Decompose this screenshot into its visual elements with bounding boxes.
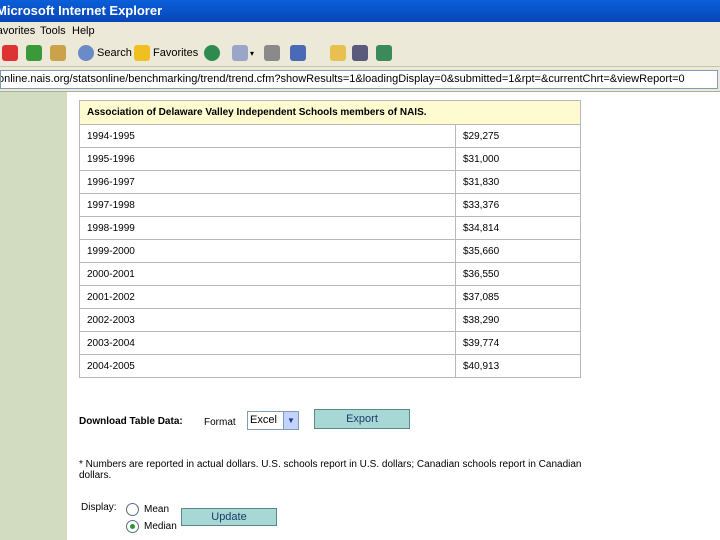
folder-icon (330, 45, 346, 61)
edit-button[interactable] (290, 43, 306, 63)
update-button[interactable]: Update (181, 508, 277, 526)
search-label: Search (97, 47, 132, 59)
print-button[interactable] (264, 43, 280, 63)
table-row: 2004-2005 $40,913 (79, 354, 581, 378)
address-url: online.nais.org/statsonline/benchmarking… (0, 73, 685, 85)
left-sidebar (0, 92, 67, 540)
word-icon (290, 45, 306, 61)
home-button[interactable] (50, 43, 66, 63)
media-icon (204, 45, 220, 61)
year-cell: 1999-2000 (79, 239, 456, 263)
download-label: Download Table Data: (79, 416, 183, 427)
value-cell: $31,000 (455, 147, 581, 171)
menu-item-tools[interactable]: Tools (40, 22, 66, 40)
year-cell: 2004-2005 (79, 354, 456, 378)
toolbar: Search Favorites ▾ (0, 40, 720, 67)
year-cell: 2002-2003 (79, 308, 456, 332)
window-title-bar: Microsoft Internet Explorer (0, 0, 720, 22)
chevron-down-icon: ▾ (250, 48, 255, 58)
format-label: Format (204, 417, 236, 428)
table-row: 1994-1995 $29,275 (79, 124, 581, 148)
favorites-label: Favorites (153, 47, 199, 59)
messenger-button[interactable] (352, 43, 368, 63)
address-input[interactable]: online.nais.org/statsonline/benchmarking… (0, 70, 718, 89)
value-cell: $36,550 (455, 262, 581, 286)
refresh-icon (26, 45, 42, 61)
stop-icon (2, 45, 18, 61)
contacts-button[interactable] (376, 43, 392, 63)
table-row: 1996-1997 $31,830 (79, 170, 581, 194)
search-button[interactable]: Search (78, 43, 132, 63)
value-cell: $35,660 (455, 239, 581, 263)
contacts-icon (376, 45, 392, 61)
home-icon (50, 45, 66, 61)
favorites-button[interactable]: Favorites (134, 43, 198, 63)
value-cell: $31,830 (455, 170, 581, 194)
table-row: 2000-2001 $36,550 (79, 262, 581, 286)
year-cell: 1994-1995 (79, 124, 456, 148)
year-cell: 1997-1998 (79, 193, 456, 217)
table-header: Association of Delaware Valley Independe… (79, 100, 581, 125)
messenger-icon (352, 45, 368, 61)
mean-label: Mean (144, 504, 170, 515)
salary-table: Association of Delaware Valley Independe… (79, 100, 581, 378)
value-cell: $33,376 (455, 193, 581, 217)
year-cell: 1998-1999 (79, 216, 456, 240)
media-button[interactable] (204, 43, 220, 63)
page-content: Association of Delaware Valley Independe… (67, 92, 720, 540)
value-cell: $34,814 (455, 216, 581, 240)
address-bar: online.nais.org/statsonline/benchmarking… (0, 67, 720, 92)
table-row: 1997-1998 $33,376 (79, 193, 581, 217)
value-cell: $40,913 (455, 354, 581, 378)
year-cell: 1995-1996 (79, 147, 456, 171)
refresh-button[interactable] (26, 43, 42, 63)
display-label: Display: (81, 502, 117, 513)
year-cell: 2001-2002 (79, 285, 456, 309)
folder-button[interactable] (330, 43, 346, 63)
year-cell: 2000-2001 (79, 262, 456, 286)
stop-button[interactable] (2, 43, 18, 63)
value-cell: $37,085 (455, 285, 581, 309)
export-button[interactable]: Export (314, 409, 410, 429)
table-row: 2002-2003 $38,290 (79, 308, 581, 332)
mail-button[interactable]: ▾ (232, 43, 254, 63)
year-cell: 1996-1997 (79, 170, 456, 194)
value-cell: $29,275 (455, 124, 581, 148)
search-icon (78, 45, 94, 61)
menu-bar: Favorites Tools Help (0, 22, 720, 40)
table-row: 1999-2000 $35,660 (79, 239, 581, 263)
median-label: Median (144, 521, 177, 532)
table-row: 2001-2002 $37,085 (79, 285, 581, 309)
window-title: Microsoft Internet Explorer (0, 3, 163, 18)
format-select[interactable]: Excel ▼ (247, 411, 299, 430)
footnote: * Numbers are reported in actual dollars… (79, 459, 582, 481)
value-cell: $39,774 (455, 331, 581, 355)
median-radio[interactable] (126, 520, 139, 533)
print-icon (264, 45, 280, 61)
value-cell: $38,290 (455, 308, 581, 332)
table-row: 1998-1999 $34,814 (79, 216, 581, 240)
chevron-down-icon: ▼ (283, 412, 298, 429)
menu-item-favorites[interactable]: Favorites (0, 22, 35, 40)
menu-item-help[interactable]: Help (72, 22, 95, 40)
table-row: 2003-2004 $39,774 (79, 331, 581, 355)
year-cell: 2003-2004 (79, 331, 456, 355)
mail-icon (232, 45, 248, 61)
format-value: Excel (250, 414, 277, 426)
star-icon (134, 45, 150, 61)
mean-radio[interactable] (126, 503, 139, 516)
table-header-row: Association of Delaware Valley Independe… (79, 100, 581, 125)
table-row: 1995-1996 $31,000 (79, 147, 581, 171)
